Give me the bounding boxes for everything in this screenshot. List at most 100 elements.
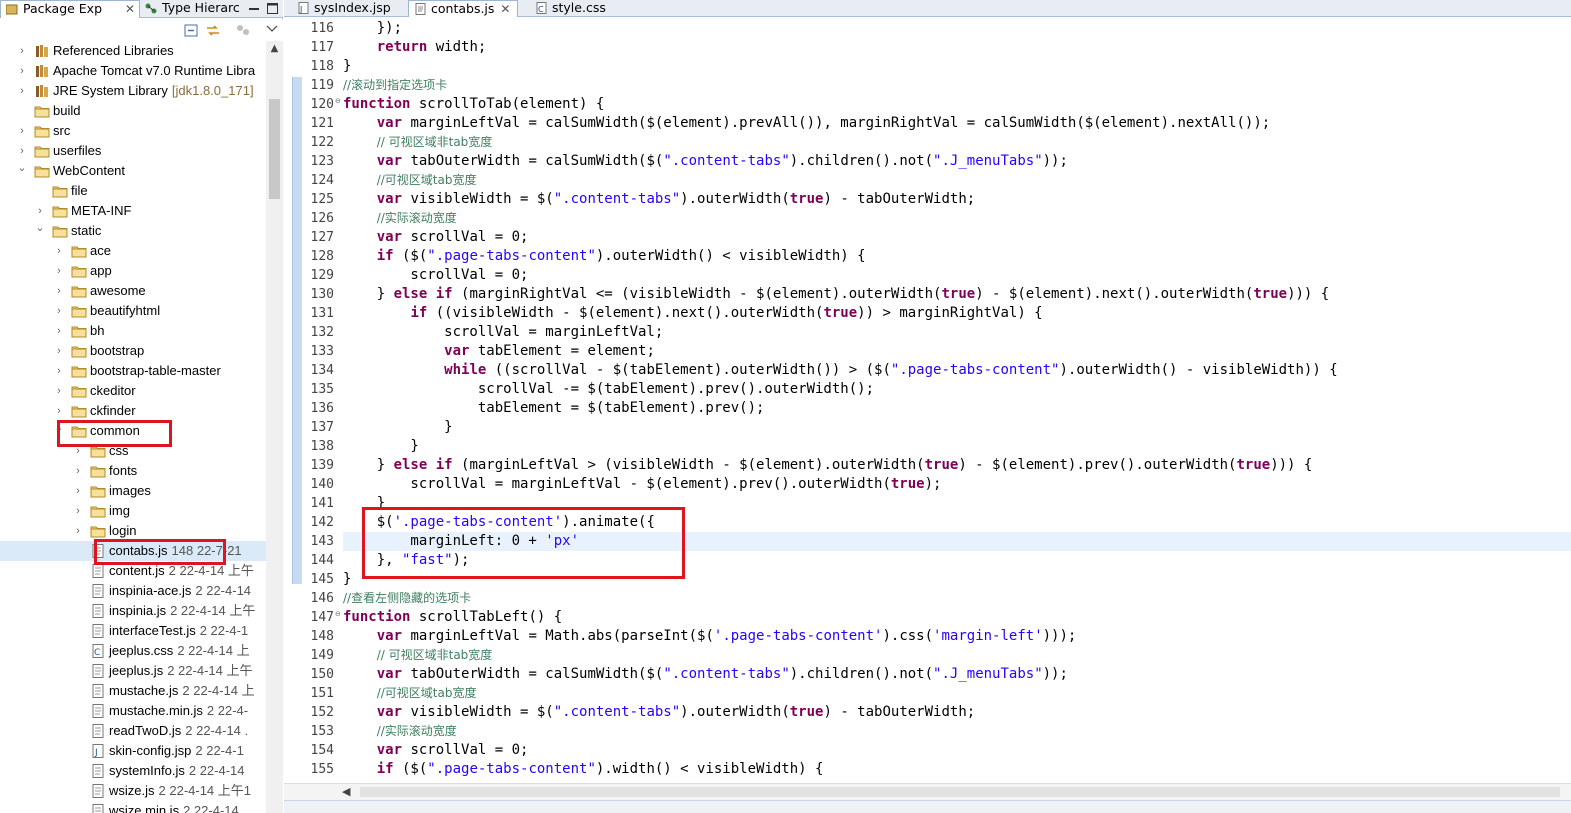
collapsed-arrow-icon[interactable]: › — [16, 41, 28, 61]
view-menu-icon[interactable] — [265, 23, 279, 36]
code-line[interactable]: } — [343, 57, 1571, 76]
code-line[interactable]: //可视区域tab宽度 — [343, 171, 1571, 190]
horizontal-scrollbar-thumb[interactable] — [360, 787, 1560, 797]
tree-item[interactable]: build — [0, 101, 266, 121]
code-line[interactable]: if ($(".page-tabs-content").width() < vi… — [343, 760, 1571, 779]
tree-item[interactable]: › Referenced Libraries — [0, 41, 266, 61]
collapsed-arrow-icon[interactable]: › — [53, 261, 65, 281]
tree-item[interactable]: › Apache Tomcat v7.0 Runtime Libra — [0, 61, 266, 81]
code-line[interactable]: if ($(".page-tabs-content").outerWidth()… — [343, 247, 1571, 266]
tree-item[interactable]: systemInfo.js 2 22-4-14 — [0, 761, 266, 781]
expanded-arrow-icon[interactable]: ⌄ — [34, 221, 46, 241]
code-line[interactable]: scrollVal = marginLeftVal; — [343, 323, 1571, 342]
collapsed-arrow-icon[interactable]: › — [53, 381, 65, 401]
code-line[interactable]: tabElement = $(tabElement).prev(); — [343, 399, 1571, 418]
tab-package-explorer[interactable]: Package Exp ✕ — [0, 0, 140, 18]
tree-item[interactable]: › login — [0, 521, 266, 541]
code-line[interactable]: } else if (marginRightVal <= (visibleWid… — [343, 285, 1571, 304]
code-line[interactable]: if ((visibleWidth - $(element).next().ou… — [343, 304, 1571, 323]
code-line[interactable]: while ((scrollVal - $(tabElement).outerW… — [343, 361, 1571, 380]
collapsed-arrow-icon[interactable]: › — [53, 401, 65, 421]
tree-item[interactable]: Jskin-config.jsp 2 22-4-1 — [0, 741, 266, 761]
tree-scrollbar[interactable]: ▲ — [266, 41, 283, 813]
tree-item[interactable]: › beautifyhtml — [0, 301, 266, 321]
collapse-all-icon[interactable] — [184, 24, 198, 37]
code-line[interactable]: var tabElement = element; — [343, 342, 1571, 361]
code-line[interactable]: scrollVal = 0; — [343, 266, 1571, 285]
collapsed-arrow-icon[interactable]: › — [53, 281, 65, 301]
code-line[interactable]: return width; — [343, 38, 1571, 57]
link-with-editor-icon[interactable] — [206, 24, 220, 37]
collapsed-arrow-icon[interactable]: › — [16, 121, 28, 141]
code-line[interactable]: var visibleWidth = $(".content-tabs").ou… — [343, 190, 1571, 209]
tree-item[interactable]: › img — [0, 501, 266, 521]
collapsed-arrow-icon[interactable]: › — [16, 81, 28, 101]
code-line[interactable]: //查看左侧隐藏的选项卡 — [343, 589, 1571, 608]
tree-item[interactable]: interfaceTest.js 2 22-4-1 — [0, 621, 266, 641]
code-line[interactable]: scrollVal -= $(tabElement).prev().outerW… — [343, 380, 1571, 399]
tree-item[interactable]: jeeplus.js 2 22-4-14 上午 — [0, 661, 266, 681]
tree-item[interactable]: Cjeeplus.css 2 22-4-14 上 — [0, 641, 266, 661]
fold-toggle-icon[interactable]: ⊖ — [335, 605, 343, 624]
tree-item[interactable]: inspinia.js 2 22-4-14 上午 — [0, 601, 266, 621]
code-line[interactable]: scrollVal = marginLeftVal - $(element).p… — [343, 475, 1571, 494]
close-icon[interactable]: ✕ — [500, 2, 510, 16]
collapsed-arrow-icon[interactable]: › — [53, 321, 65, 341]
minimize-icon[interactable] — [249, 4, 259, 14]
close-icon[interactable]: ✕ — [125, 1, 135, 17]
tree-item[interactable]: › app — [0, 261, 266, 281]
tree-item[interactable]: mustache.min.js 2 22-4- — [0, 701, 266, 721]
tree-item[interactable]: › bootstrap-table-master — [0, 361, 266, 381]
tree-item[interactable]: wsize.min.js 2 22-4-14 — [0, 801, 266, 813]
collapsed-arrow-icon[interactable]: › — [34, 201, 46, 221]
code-line[interactable]: var scrollVal = 0; — [343, 228, 1571, 247]
code-line[interactable]: //可视区域tab宽度 — [343, 684, 1571, 703]
code-line[interactable]: var scrollVal = 0; — [343, 741, 1571, 760]
tree-scrollbar-thumb[interactable] — [269, 99, 280, 199]
code-line[interactable]: function scrollTabLeft() { — [343, 608, 1571, 627]
tree-item[interactable]: ⌄ WebContent — [0, 161, 266, 181]
tree-item[interactable]: readTwoD.js 2 22-4-14 . — [0, 721, 266, 741]
collapsed-arrow-icon[interactable]: › — [72, 481, 84, 501]
tree-item[interactable]: › src — [0, 121, 266, 141]
collapsed-arrow-icon[interactable]: › — [16, 141, 28, 161]
expanded-arrow-icon[interactable]: ⌄ — [16, 161, 28, 181]
maximize-icon[interactable] — [267, 3, 278, 14]
code-line[interactable]: var tabOuterWidth = calSumWidth($(".cont… — [343, 152, 1571, 171]
collapsed-arrow-icon[interactable]: › — [53, 361, 65, 381]
scroll-up-icon[interactable]: ▲ — [266, 43, 283, 57]
tab-style-css[interactable]: C style.css — [530, 0, 630, 17]
tree-item[interactable]: › META-INF — [0, 201, 266, 221]
tree-item[interactable]: › JRE System Library [jdk1.8.0_171] — [0, 81, 266, 101]
fold-toggle-icon[interactable]: ⊖ — [335, 92, 343, 111]
scroll-left-icon[interactable]: ◀ — [342, 785, 350, 798]
code-line[interactable]: function scrollToTab(element) { — [343, 95, 1571, 114]
collapsed-arrow-icon[interactable]: › — [53, 341, 65, 361]
horizontal-scrollbar[interactable]: ◀ — [284, 783, 1571, 800]
tree-item[interactable]: › awesome — [0, 281, 266, 301]
code-line[interactable]: }); — [343, 19, 1571, 38]
code-line[interactable]: // 可视区域非tab宽度 — [343, 646, 1571, 665]
tab-type-hierarchy[interactable]: Type Hierarc — [140, 0, 240, 18]
tree-item[interactable]: wsize.js 2 22-4-14 上午1 — [0, 781, 266, 801]
code-line[interactable]: } — [343, 437, 1571, 456]
tree-item[interactable]: inspinia-ace.js 2 22-4-14 — [0, 581, 266, 601]
collapsed-arrow-icon[interactable]: › — [53, 301, 65, 321]
focus-icon[interactable] — [236, 24, 250, 37]
tab-sysindex-jsp[interactable]: J sysIndex.jsp — [292, 0, 404, 17]
code-line[interactable]: } — [343, 418, 1571, 437]
code-line[interactable]: //滚动到指定选项卡 — [343, 76, 1571, 95]
tree-item[interactable]: › images — [0, 481, 266, 501]
tree-item[interactable]: › bootstrap — [0, 341, 266, 361]
collapsed-arrow-icon[interactable]: › — [53, 241, 65, 261]
collapsed-arrow-icon[interactable]: › — [72, 521, 84, 541]
collapsed-arrow-icon[interactable]: › — [72, 501, 84, 521]
collapsed-arrow-icon[interactable]: › — [72, 461, 84, 481]
tree-item[interactable]: › userfiles — [0, 141, 266, 161]
tree-item[interactable]: › ace — [0, 241, 266, 261]
code-line[interactable]: var marginLeftVal = calSumWidth($(elemen… — [343, 114, 1571, 133]
tree-item[interactable]: › ckeditor — [0, 381, 266, 401]
tree-item[interactable]: › fonts — [0, 461, 266, 481]
tab-contabs-js[interactable]: contabs.js ✕ — [408, 0, 518, 17]
code-line[interactable]: //实际滚动宽度 — [343, 722, 1571, 741]
